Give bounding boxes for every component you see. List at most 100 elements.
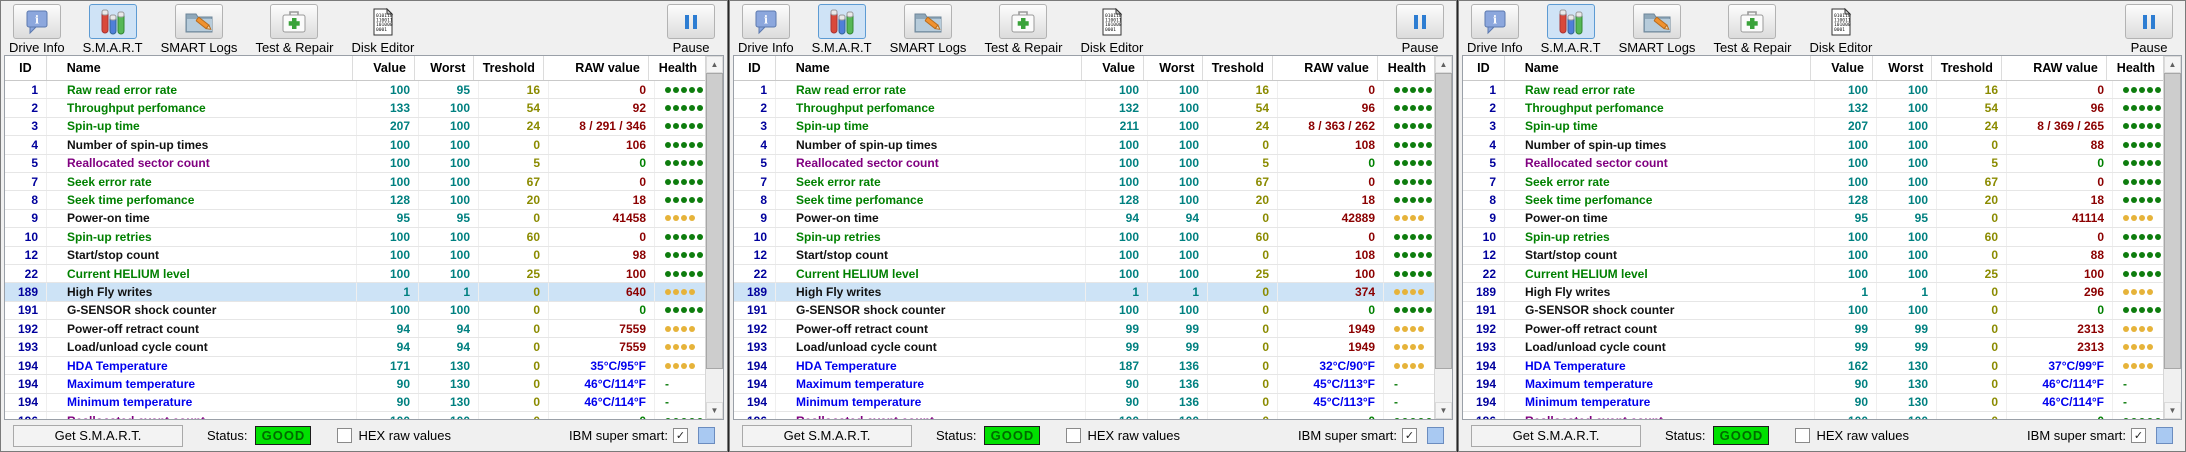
table-row[interactable]: 196Reallocated event count10010000 <box>5 412 705 419</box>
column-header-treshold[interactable]: Treshold <box>1932 56 2001 80</box>
hex-checkbox-box[interactable] <box>337 428 352 443</box>
table-row[interactable]: 194Minimum temperature90130046°C/114°F- <box>1463 394 2163 412</box>
hex-raw-values-checkbox[interactable]: HEX raw values <box>1795 428 1908 443</box>
scrollbar-thumb[interactable] <box>1435 73 1452 369</box>
toolbar-button-disk-editor[interactable]: 0101101100111010000001Disk Editor <box>1809 4 1872 55</box>
get-smart-button[interactable]: Get S.M.A.R.T. <box>1471 425 1641 447</box>
column-header-treshold[interactable]: Treshold <box>1203 56 1272 80</box>
toolbar-button-s-m-a-r-t[interactable]: S.M.A.R.T <box>812 4 872 55</box>
column-header-raw-value[interactable]: RAW value <box>1273 56 1378 80</box>
pause-button[interactable]: Pause <box>667 4 719 55</box>
vertical-scrollbar[interactable]: ▲ ▼ <box>2163 56 2181 419</box>
table-row[interactable]: 1Raw read error rate100100160 <box>734 81 1434 99</box>
table-row[interactable]: 193Load/unload cycle count949407559 <box>5 338 705 356</box>
table-row[interactable]: 189High Fly writes110296 <box>1463 283 2163 301</box>
table-row[interactable]: 22Current HELIUM level10010025100 <box>1463 265 2163 283</box>
get-smart-button[interactable]: Get S.M.A.R.T. <box>742 425 912 447</box>
scroll-down-button[interactable]: ▼ <box>1435 402 1452 419</box>
table-row[interactable]: 8Seek time perfomance1281002018 <box>1463 191 2163 209</box>
table-row[interactable]: 196Reallocated event count10010000 <box>734 412 1434 419</box>
table-row[interactable]: 12Start/stop count1001000108 <box>734 247 1434 265</box>
toolbar-button-disk-editor[interactable]: 0101101100111010000001Disk Editor <box>351 4 414 55</box>
table-row[interactable]: 5Reallocated sector count10010050 <box>5 155 705 173</box>
toolbar-button-s-m-a-r-t[interactable]: S.M.A.R.T <box>83 4 143 55</box>
table-row[interactable]: 2Throughput perfomance1321005496 <box>1463 99 2163 117</box>
table-row[interactable]: 193Load/unload cycle count999901949 <box>734 338 1434 356</box>
table-row[interactable]: 3Spin-up time211100248 / 363 / 262 <box>734 118 1434 136</box>
ibm-super-smart-checkbox[interactable]: ✓ <box>1402 428 1417 443</box>
table-row[interactable]: 1Raw read error rate100100160 <box>1463 81 2163 99</box>
table-row[interactable]: 194HDA Temperature162130037°C/99°F <box>1463 357 2163 375</box>
column-header-health[interactable]: Health <box>2107 56 2163 80</box>
pause-button[interactable]: Pause <box>2125 4 2177 55</box>
column-header-id[interactable]: ID <box>1463 56 1505 80</box>
table-row[interactable]: 2Throughput perfomance1321005496 <box>734 99 1434 117</box>
table-row[interactable]: 5Reallocated sector count10010050 <box>1463 155 2163 173</box>
hex-checkbox-box[interactable] <box>1066 428 1081 443</box>
get-smart-button[interactable]: Get S.M.A.R.T. <box>13 425 183 447</box>
column-header-value[interactable]: Value <box>1811 56 1872 80</box>
hex-checkbox-box[interactable] <box>1795 428 1810 443</box>
column-header-value[interactable]: Value <box>1082 56 1143 80</box>
table-row[interactable]: 1Raw read error rate10095160 <box>5 81 705 99</box>
toolbar-button-drive-info[interactable]: iDrive Info <box>1467 4 1523 55</box>
column-header-name[interactable]: Name <box>776 56 1083 80</box>
table-row[interactable]: 4Number of spin-up times1001000108 <box>734 136 1434 154</box>
table-row[interactable]: 191G-SENSOR shock counter10010000 <box>1463 302 2163 320</box>
table-row[interactable]: 194Minimum temperature90136045°C/113°F- <box>734 394 1434 412</box>
table-row[interactable]: 191G-SENSOR shock counter10010000 <box>5 302 705 320</box>
table-row[interactable]: 194Maximum temperature90136045°C/113°F- <box>734 375 1434 393</box>
table-row[interactable]: 8Seek time perfomance1281002018 <box>5 191 705 209</box>
table-row[interactable]: 192Power-off retract count999902313 <box>1463 320 2163 338</box>
table-row[interactable]: 189High Fly writes110640 <box>5 283 705 301</box>
table-row[interactable]: 194Maximum temperature90130046°C/114°F- <box>1463 375 2163 393</box>
vertical-scrollbar[interactable]: ▲ ▼ <box>705 56 723 419</box>
table-row[interactable]: 12Start/stop count100100098 <box>5 247 705 265</box>
table-row[interactable]: 189High Fly writes110374 <box>734 283 1434 301</box>
column-header-treshold[interactable]: Treshold <box>474 56 543 80</box>
hex-raw-values-checkbox[interactable]: HEX raw values <box>1066 428 1179 443</box>
column-header-raw-value[interactable]: RAW value <box>544 56 649 80</box>
toolbar-button-disk-editor[interactable]: 0101101100111010000001Disk Editor <box>1080 4 1143 55</box>
table-row[interactable]: 10Spin-up retries100100600 <box>1463 228 2163 246</box>
table-row[interactable]: 22Current HELIUM level10010025100 <box>5 265 705 283</box>
table-row[interactable]: 10Spin-up retries100100600 <box>734 228 1434 246</box>
table-row[interactable]: 9Power-on time9494042889 <box>734 210 1434 228</box>
scroll-up-button[interactable]: ▲ <box>1435 56 1452 73</box>
table-row[interactable]: 7Seek error rate100100670 <box>1463 173 2163 191</box>
table-row[interactable]: 9Power-on time9595041458 <box>5 210 705 228</box>
column-header-name[interactable]: Name <box>47 56 354 80</box>
table-row[interactable]: 7Seek error rate100100670 <box>734 173 1434 191</box>
column-header-raw-value[interactable]: RAW value <box>2002 56 2107 80</box>
column-header-id[interactable]: ID <box>5 56 47 80</box>
table-row[interactable]: 192Power-off retract count999901949 <box>734 320 1434 338</box>
column-header-worst[interactable]: Worst <box>415 56 475 80</box>
table-row[interactable]: 9Power-on time9595041114 <box>1463 210 2163 228</box>
blue-indicator-box[interactable] <box>2156 427 2173 444</box>
scroll-up-button[interactable]: ▲ <box>2164 56 2181 73</box>
table-row[interactable]: 5Reallocated sector count10010050 <box>734 155 1434 173</box>
toolbar-button-smart-logs[interactable]: SMART Logs <box>890 4 967 55</box>
table-row[interactable]: 7Seek error rate100100670 <box>5 173 705 191</box>
toolbar-button-test-repair[interactable]: Test & Repair <box>1713 4 1791 55</box>
table-row[interactable]: 194Minimum temperature90130046°C/114°F- <box>5 394 705 412</box>
hex-raw-values-checkbox[interactable]: HEX raw values <box>337 428 450 443</box>
blue-indicator-box[interactable] <box>698 427 715 444</box>
table-row[interactable]: 193Load/unload cycle count999902313 <box>1463 338 2163 356</box>
toolbar-button-drive-info[interactable]: iDrive Info <box>9 4 65 55</box>
table-row[interactable]: 8Seek time perfomance1281002018 <box>734 191 1434 209</box>
scroll-down-button[interactable]: ▼ <box>2164 402 2181 419</box>
toolbar-button-smart-logs[interactable]: SMART Logs <box>161 4 238 55</box>
table-row[interactable]: 3Spin-up time207100248 / 369 / 265 <box>1463 118 2163 136</box>
table-row[interactable]: 12Start/stop count100100088 <box>1463 247 2163 265</box>
table-row[interactable]: 10Spin-up retries100100600 <box>5 228 705 246</box>
table-row[interactable]: 194HDA Temperature171130035°C/95°F <box>5 357 705 375</box>
table-row[interactable]: 4Number of spin-up times1001000106 <box>5 136 705 154</box>
toolbar-button-s-m-a-r-t[interactable]: S.M.A.R.T <box>1541 4 1601 55</box>
column-header-worst[interactable]: Worst <box>1873 56 1933 80</box>
table-row[interactable]: 194HDA Temperature187136032°C/90°F <box>734 357 1434 375</box>
blue-indicator-box[interactable] <box>1427 427 1444 444</box>
column-header-worst[interactable]: Worst <box>1144 56 1204 80</box>
table-row[interactable]: 4Number of spin-up times100100088 <box>1463 136 2163 154</box>
scroll-down-button[interactable]: ▼ <box>706 402 723 419</box>
